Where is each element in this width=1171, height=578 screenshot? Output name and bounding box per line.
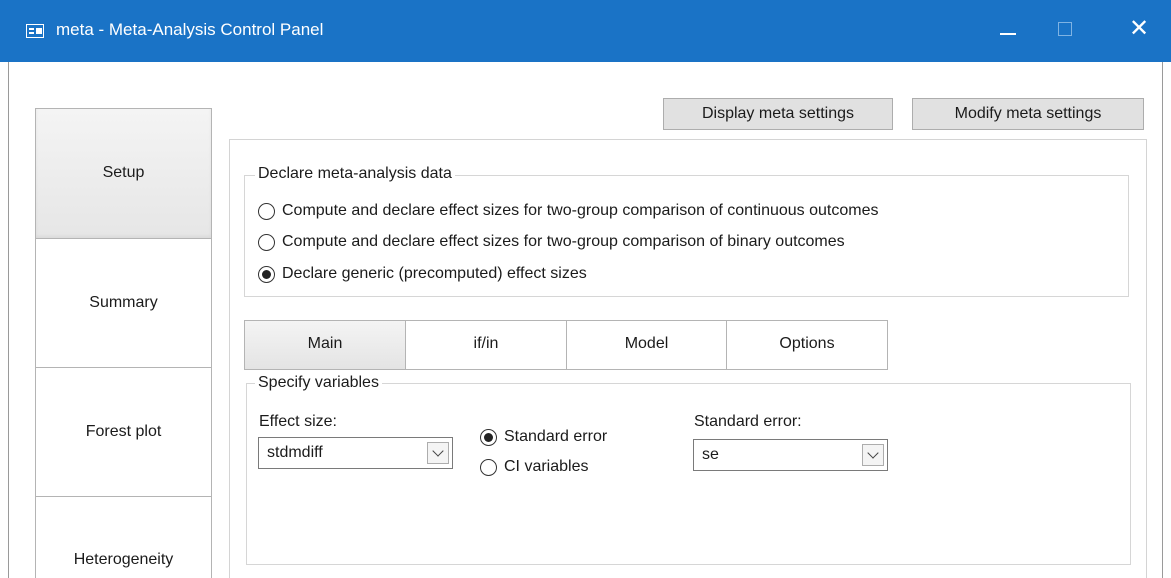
tab-main[interactable]: Main	[244, 320, 406, 370]
radio-ci-variables[interactable]: CI variables	[480, 457, 630, 479]
radio-button[interactable]	[480, 459, 497, 476]
window-title: meta - Meta-Analysis Control Panel	[56, 20, 324, 39]
standard-error-combobox[interactable]: se	[693, 439, 888, 471]
chevron-down-icon	[432, 445, 444, 457]
minimize-icon	[1000, 33, 1016, 35]
nav-item-summary[interactable]: Summary	[35, 238, 212, 368]
radio-button-selected[interactable]	[480, 429, 497, 446]
maximize-button[interactable]	[1043, 0, 1089, 62]
radio-standard-error[interactable]: Standard error	[480, 427, 660, 449]
maximize-icon	[1058, 22, 1072, 36]
nav-item-label: Summary	[89, 294, 158, 311]
modify-meta-settings-button[interactable]: Modify meta settings	[912, 98, 1144, 130]
radio-continuous[interactable]: Compute and declare effect sizes for two…	[258, 201, 1018, 223]
dropdown-button[interactable]	[427, 442, 449, 464]
effect-size-combobox[interactable]: stdmdiff	[258, 437, 453, 469]
declare-legend: Declare meta-analysis data	[255, 165, 455, 183]
radio-binary[interactable]: Compute and declare effect sizes for two…	[258, 232, 978, 254]
effect-size-label: Effect size:	[259, 413, 337, 430]
standard-error-label: Standard error:	[694, 413, 802, 430]
nav-item-heterogeneity[interactable]: Heterogeneity	[35, 496, 212, 578]
tab-if-in[interactable]: if/in	[405, 320, 567, 370]
radio-label: Compute and declare effect sizes for two…	[282, 202, 879, 219]
radio-button[interactable]	[258, 234, 275, 251]
close-button[interactable]: ✕	[1115, 0, 1161, 62]
nav-item-forest-plot[interactable]: Forest plot	[35, 367, 212, 497]
radio-label: Standard error	[504, 428, 608, 445]
app-icon	[26, 24, 44, 38]
tab-model[interactable]: Model	[566, 320, 727, 370]
close-icon: ✕	[1129, 14, 1150, 42]
radio-button[interactable]	[258, 203, 275, 220]
nav-item-label: Heterogeneity	[73, 551, 174, 568]
radio-label: CI variables	[504, 458, 589, 475]
chevron-down-icon	[867, 447, 879, 459]
radio-button-selected[interactable]	[258, 266, 275, 283]
standard-error-value: se	[702, 446, 719, 463]
effect-size-value: stdmdiff	[267, 444, 323, 461]
specify-groupbox	[246, 383, 1131, 565]
radio-label: Declare generic (precomputed) effect siz…	[282, 265, 587, 282]
specify-legend: Specify variables	[255, 374, 382, 392]
minimize-button[interactable]	[986, 0, 1032, 62]
nav-item-setup[interactable]: Setup	[35, 108, 212, 239]
nav-item-label: Forest plot	[85, 423, 162, 440]
nav-item-label: Setup	[102, 164, 145, 181]
display-meta-settings-button[interactable]: Display meta settings	[663, 98, 893, 130]
radio-label: Compute and declare effect sizes for two…	[282, 233, 845, 250]
tab-options[interactable]: Options	[726, 320, 888, 370]
radio-generic[interactable]: Declare generic (precomputed) effect siz…	[258, 264, 658, 286]
dropdown-button[interactable]	[862, 444, 884, 466]
title-bar[interactable]: meta - Meta-Analysis Control Panel ✕	[0, 0, 1171, 62]
